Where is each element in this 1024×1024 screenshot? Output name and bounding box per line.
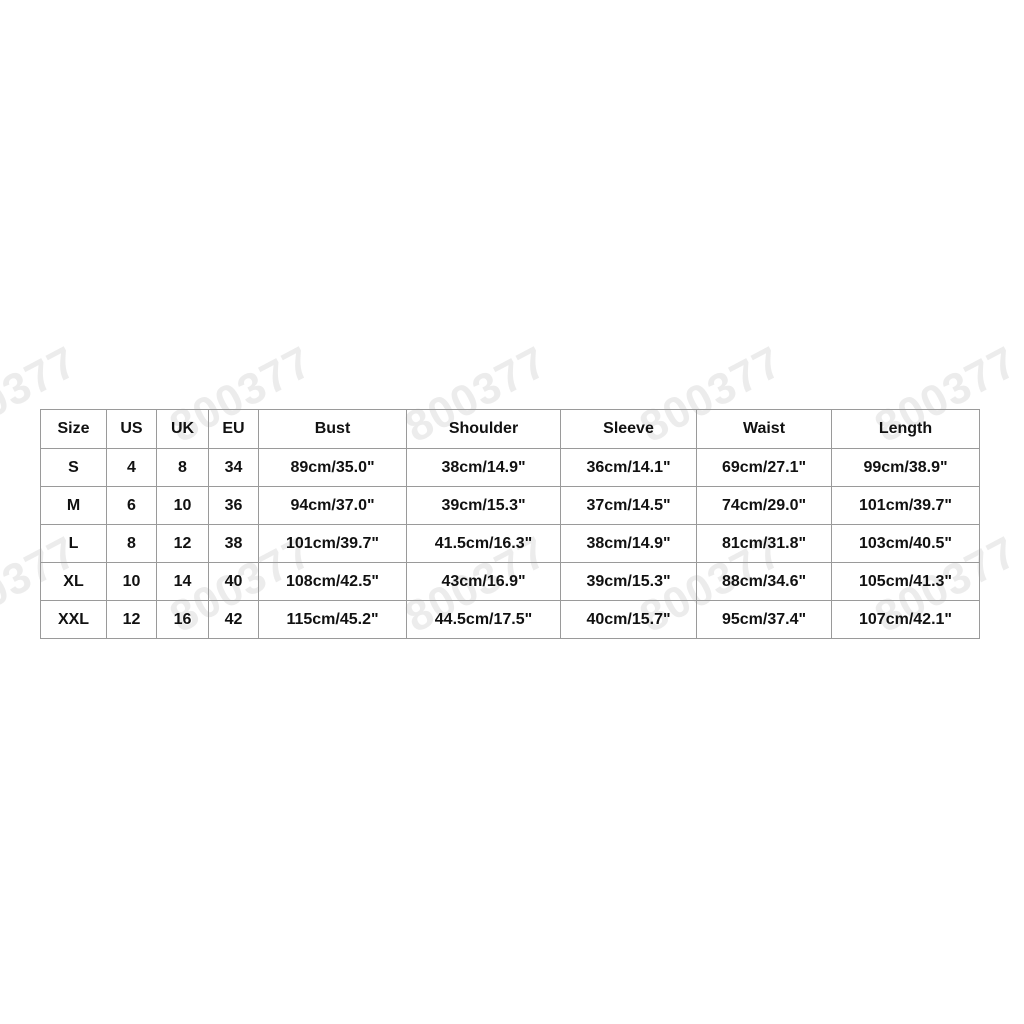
cell-uk: 16	[156, 600, 209, 639]
table-row: XXL 12 16 42 115cm/45.2" 44.5cm/17.5" 40…	[40, 600, 980, 639]
cell-sleeve: 36cm/14.1"	[560, 448, 697, 487]
cell-eu: 34	[208, 448, 259, 487]
cell-eu: 40	[208, 562, 259, 601]
table-row: L 8 12 38 101cm/39.7" 41.5cm/16.3" 38cm/…	[40, 524, 980, 563]
table-row: M 6 10 36 94cm/37.0" 39cm/15.3" 37cm/14.…	[40, 486, 980, 525]
header-sleeve: Sleeve	[560, 409, 697, 449]
cell-waist: 69cm/27.1"	[696, 448, 832, 487]
header-shoulder: Shoulder	[406, 409, 561, 449]
cell-bust: 89cm/35.0"	[258, 448, 407, 487]
cell-sleeve: 37cm/14.5"	[560, 486, 697, 525]
cell-uk: 8	[156, 448, 209, 487]
cell-us: 12	[106, 600, 157, 639]
cell-bust: 101cm/39.7"	[258, 524, 407, 563]
cell-us: 8	[106, 524, 157, 563]
cell-bust: 94cm/37.0"	[258, 486, 407, 525]
cell-shoulder: 43cm/16.9"	[406, 562, 561, 601]
cell-uk: 10	[156, 486, 209, 525]
header-eu: EU	[208, 409, 259, 449]
cell-bust: 115cm/45.2"	[258, 600, 407, 639]
header-length: Length	[831, 409, 980, 449]
cell-uk: 12	[156, 524, 209, 563]
header-row: Size US UK EU Bust Shoulder Sleeve Waist…	[40, 409, 980, 449]
cell-eu: 38	[208, 524, 259, 563]
cell-shoulder: 44.5cm/17.5"	[406, 600, 561, 639]
cell-size: XL	[40, 562, 107, 601]
table-row: S 4 8 34 89cm/35.0" 38cm/14.9" 36cm/14.1…	[40, 448, 980, 487]
cell-us: 10	[106, 562, 157, 601]
cell-shoulder: 39cm/15.3"	[406, 486, 561, 525]
header-us: US	[106, 409, 157, 449]
cell-size: M	[40, 486, 107, 525]
cell-waist: 95cm/37.4"	[696, 600, 832, 639]
cell-shoulder: 41.5cm/16.3"	[406, 524, 561, 563]
cell-eu: 42	[208, 600, 259, 639]
cell-size: XXL	[40, 600, 107, 639]
header-uk: UK	[156, 409, 209, 449]
cell-size: L	[40, 524, 107, 563]
cell-length: 101cm/39.7"	[831, 486, 980, 525]
cell-length: 107cm/42.1"	[831, 600, 980, 639]
cell-length: 103cm/40.5"	[831, 524, 980, 563]
cell-sleeve: 40cm/15.7"	[560, 600, 697, 639]
cell-eu: 36	[208, 486, 259, 525]
cell-us: 4	[106, 448, 157, 487]
cell-length: 99cm/38.9"	[831, 448, 980, 487]
cell-shoulder: 38cm/14.9"	[406, 448, 561, 487]
header-size: Size	[40, 409, 107, 449]
header-bust: Bust	[258, 409, 407, 449]
cell-waist: 81cm/31.8"	[696, 524, 832, 563]
size-chart-table: Size US UK EU Bust Shoulder Sleeve Waist…	[40, 409, 980, 639]
cell-sleeve: 38cm/14.9"	[560, 524, 697, 563]
cell-us: 6	[106, 486, 157, 525]
cell-length: 105cm/41.3"	[831, 562, 980, 601]
cell-size: S	[40, 448, 107, 487]
header-waist: Waist	[696, 409, 832, 449]
cell-bust: 108cm/42.5"	[258, 562, 407, 601]
cell-waist: 88cm/34.6"	[696, 562, 832, 601]
cell-sleeve: 39cm/15.3"	[560, 562, 697, 601]
table-row: XL 10 14 40 108cm/42.5" 43cm/16.9" 39cm/…	[40, 562, 980, 601]
cell-waist: 74cm/29.0"	[696, 486, 832, 525]
cell-uk: 14	[156, 562, 209, 601]
